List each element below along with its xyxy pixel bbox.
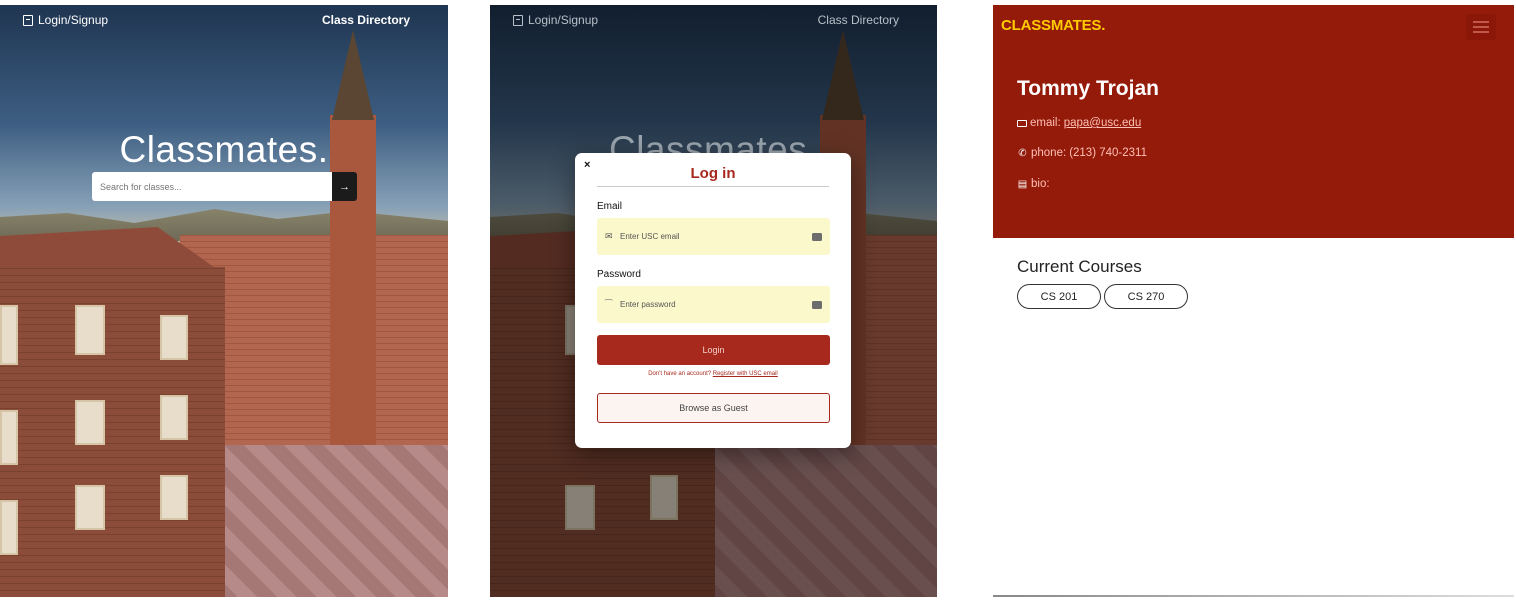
class-search-input[interactable] — [92, 172, 332, 201]
password-placeholder: Enter password — [620, 300, 676, 309]
envelope-icon — [1017, 119, 1027, 127]
class-directory-link[interactable]: Class Directory — [322, 13, 410, 27]
current-courses-heading: Current Courses — [1017, 257, 1142, 276]
login-modal: × Log in Email ✉ Enter USC email Passwor… — [575, 153, 851, 448]
register-prompt: Don't have an account? Register with USC… — [575, 371, 851, 377]
course-list: CS 201 CS 270 — [1017, 284, 1188, 309]
course-pill[interactable]: CS 270 — [1104, 284, 1188, 309]
top-navigation: Login/Signup Class Directory — [0, 13, 448, 33]
email-placeholder: Enter USC email — [620, 232, 680, 241]
email-label: Email — [597, 201, 623, 212]
home-screen: Login/Signup Class Directory Classmates.… — [0, 5, 448, 597]
envelope-icon: ✉ — [605, 231, 613, 241]
modal-divider — [597, 186, 829, 187]
class-directory-link[interactable]: Class Directory — [818, 13, 899, 27]
hero-title: Classmates. — [119, 129, 329, 170]
login-signup-label: Login/Signup — [38, 13, 109, 27]
phone-icon: ✆ — [1018, 147, 1027, 159]
bio-label: bio: — [1031, 178, 1050, 190]
email-link[interactable]: papa@usc.edu — [1064, 117, 1142, 129]
login-signup-label: Login/Signup — [528, 13, 599, 27]
phone-value: (213) 740-2311 — [1069, 147, 1147, 159]
class-search-bar: → — [92, 172, 357, 201]
login-screen: Login/Signup Class Directory Classmates.… — [490, 5, 937, 597]
register-prompt-text: Don't have an account? — [648, 371, 712, 377]
email-field[interactable]: ✉ Enter USC email — [597, 218, 830, 255]
campus-background-image — [0, 5, 448, 597]
login-icon — [513, 14, 523, 26]
login-signup-link[interactable]: Login/Signup — [513, 13, 598, 27]
bottom-divider — [993, 595, 1514, 597]
profile-bio-line: ▤ bio: — [1017, 178, 1050, 190]
clipboard-icon: ▤ — [1017, 178, 1028, 190]
login-icon — [23, 14, 33, 26]
profile-header: CLASSMATES. Tommy Trojan email: papa@usc… — [993, 5, 1514, 238]
top-navigation: Login/Signup Class Directory — [490, 13, 937, 33]
brand-logo[interactable]: CLASSMATES. — [1001, 17, 1105, 34]
profile-email-line: email: papa@usc.edu — [1017, 117, 1141, 129]
phone-label: phone: — [1031, 147, 1067, 159]
email-label: email: — [1030, 117, 1061, 129]
browse-as-guest-button[interactable]: Browse as Guest — [597, 393, 830, 423]
password-label: Password — [597, 269, 641, 280]
key-icon: ⁀ — [605, 299, 613, 309]
arrow-right-icon: → — [339, 180, 350, 193]
modal-title: Log in — [690, 165, 736, 182]
register-link[interactable]: Register with USC email — [713, 371, 778, 377]
keyboard-icon — [812, 232, 822, 241]
course-pill[interactable]: CS 201 — [1017, 284, 1101, 309]
login-button[interactable]: Login — [597, 335, 830, 365]
profile-screen: CLASSMATES. Tommy Trojan email: papa@usc… — [993, 5, 1514, 597]
profile-name: Tommy Trojan — [1017, 77, 1159, 100]
profile-phone-line: ✆ phone: (213) 740-2311 — [1017, 147, 1147, 159]
hamburger-menu-icon[interactable] — [1466, 14, 1496, 40]
login-signup-link[interactable]: Login/Signup — [23, 13, 108, 27]
password-field[interactable]: ⁀ Enter password — [597, 286, 830, 323]
search-submit-button[interactable]: → — [332, 172, 357, 201]
keyboard-icon — [812, 300, 822, 309]
